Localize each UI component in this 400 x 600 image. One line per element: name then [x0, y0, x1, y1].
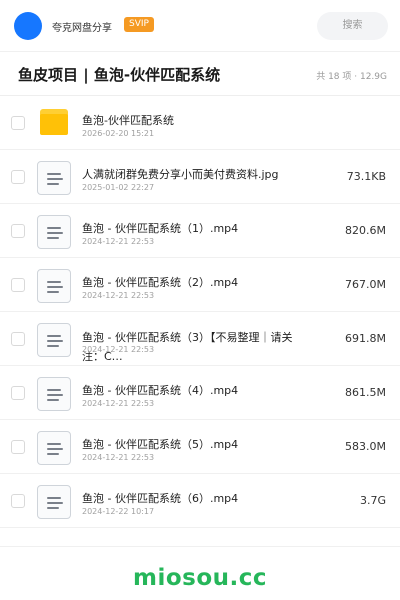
- file-date: 2024-12-22 10:17: [82, 507, 155, 516]
- list-item[interactable]: 鱼泡 - 伙伴匹配系统（6）.mp4 2024-12-22 10:17 3.7G: [0, 474, 400, 528]
- select-checkbox[interactable]: [11, 170, 25, 184]
- list-item[interactable]: 鱼泡 - 伙伴匹配系统（2）.mp4 2024-12-21 22:53 767.…: [0, 258, 400, 312]
- file-icon: [37, 377, 71, 411]
- file-icon: [37, 323, 71, 357]
- file-date: 2024-12-21 22:53: [82, 291, 155, 300]
- file-name: 鱼泡 - 伙伴匹配系统（6）.mp4: [82, 492, 239, 505]
- file-date: 2026-02-20 15:21: [82, 129, 155, 138]
- file-size: 73.1KB: [346, 170, 386, 183]
- list-item[interactable]: 鱼泡 - 伙伴匹配系统（3）【不易整理｜请关注：C… 2024-12-21 22…: [0, 312, 400, 366]
- file-size: 861.5M: [345, 386, 386, 399]
- file-icon: [37, 215, 71, 249]
- file-name: 鱼泡-伙伴匹配系统: [82, 114, 174, 127]
- file-date: 2024-12-21 22:53: [82, 345, 155, 354]
- select-checkbox[interactable]: [11, 386, 25, 400]
- share-owner-name: 夸克网盘分享: [52, 23, 112, 34]
- file-list: 鱼泡-伙伴匹配系统 2026-02-20 15:21 人满就闭群免费分享小而美付…: [0, 96, 400, 528]
- list-item[interactable]: 鱼泡-伙伴匹配系统 2026-02-20 15:21: [0, 96, 400, 150]
- file-date: 2024-12-21 22:53: [82, 237, 155, 246]
- file-size: 820.6M: [345, 224, 386, 237]
- footer: miosou.cc: [0, 546, 400, 600]
- list-item[interactable]: 鱼泡 - 伙伴匹配系统（4）.mp4 2024-12-21 22:53 861.…: [0, 366, 400, 420]
- list-item[interactable]: 人满就闭群免费分享小而美付费资料.jpg 2025-01-02 22:27 73…: [0, 150, 400, 204]
- file-size: 767.0M: [345, 278, 386, 291]
- svip-badge: SVIP: [124, 17, 154, 32]
- file-name: 鱼泡 - 伙伴匹配系统（2）.mp4: [82, 276, 239, 289]
- file-icon: [37, 431, 71, 465]
- file-name: 鱼泡 - 伙伴匹配系统（5）.mp4: [82, 438, 239, 451]
- select-checkbox[interactable]: [11, 494, 25, 508]
- file-size: 3.7G: [359, 494, 386, 507]
- avatar[interactable]: [14, 12, 42, 40]
- site-watermark: miosou.cc: [132, 565, 268, 591]
- search-input[interactable]: 搜索: [317, 12, 388, 40]
- folder-icon: [37, 107, 71, 141]
- select-checkbox[interactable]: [11, 332, 25, 346]
- file-icon: [37, 485, 71, 519]
- select-checkbox[interactable]: [11, 440, 25, 454]
- file-size: 583.0M: [345, 440, 386, 453]
- list-item[interactable]: 鱼泡 - 伙伴匹配系统（1）.mp4 2024-12-21 22:53 820.…: [0, 204, 400, 258]
- folder-title-row: 鱼皮项目 | 鱼泡-伙伴匹配系统 共 18 项 · 12.9G: [0, 52, 400, 96]
- item-count-and-size: 共 18 项 · 12.9G: [316, 72, 387, 82]
- file-date: 2024-12-21 22:53: [82, 453, 155, 462]
- file-icon: [37, 161, 71, 195]
- file-icon: [37, 269, 71, 303]
- file-name: 鱼泡 - 伙伴匹配系统（1）.mp4: [82, 222, 239, 235]
- file-size: 691.8M: [345, 332, 386, 345]
- file-date: 2025-01-02 22:27: [82, 183, 155, 192]
- file-name: 人满就闭群免费分享小而美付费资料.jpg: [82, 168, 279, 181]
- file-name: 鱼泡 - 伙伴匹配系统（4）.mp4: [82, 384, 239, 397]
- select-checkbox[interactable]: [11, 116, 25, 130]
- select-checkbox[interactable]: [11, 278, 25, 292]
- file-date: 2024-12-21 22:53: [82, 399, 155, 408]
- top-bar: 夸克网盘分享 SVIP 搜索: [0, 0, 400, 52]
- select-checkbox[interactable]: [11, 224, 25, 238]
- list-item[interactable]: 鱼泡 - 伙伴匹配系统（5）.mp4 2024-12-21 22:53 583.…: [0, 420, 400, 474]
- page-title: 鱼皮项目 | 鱼泡-伙伴匹配系统: [18, 66, 221, 84]
